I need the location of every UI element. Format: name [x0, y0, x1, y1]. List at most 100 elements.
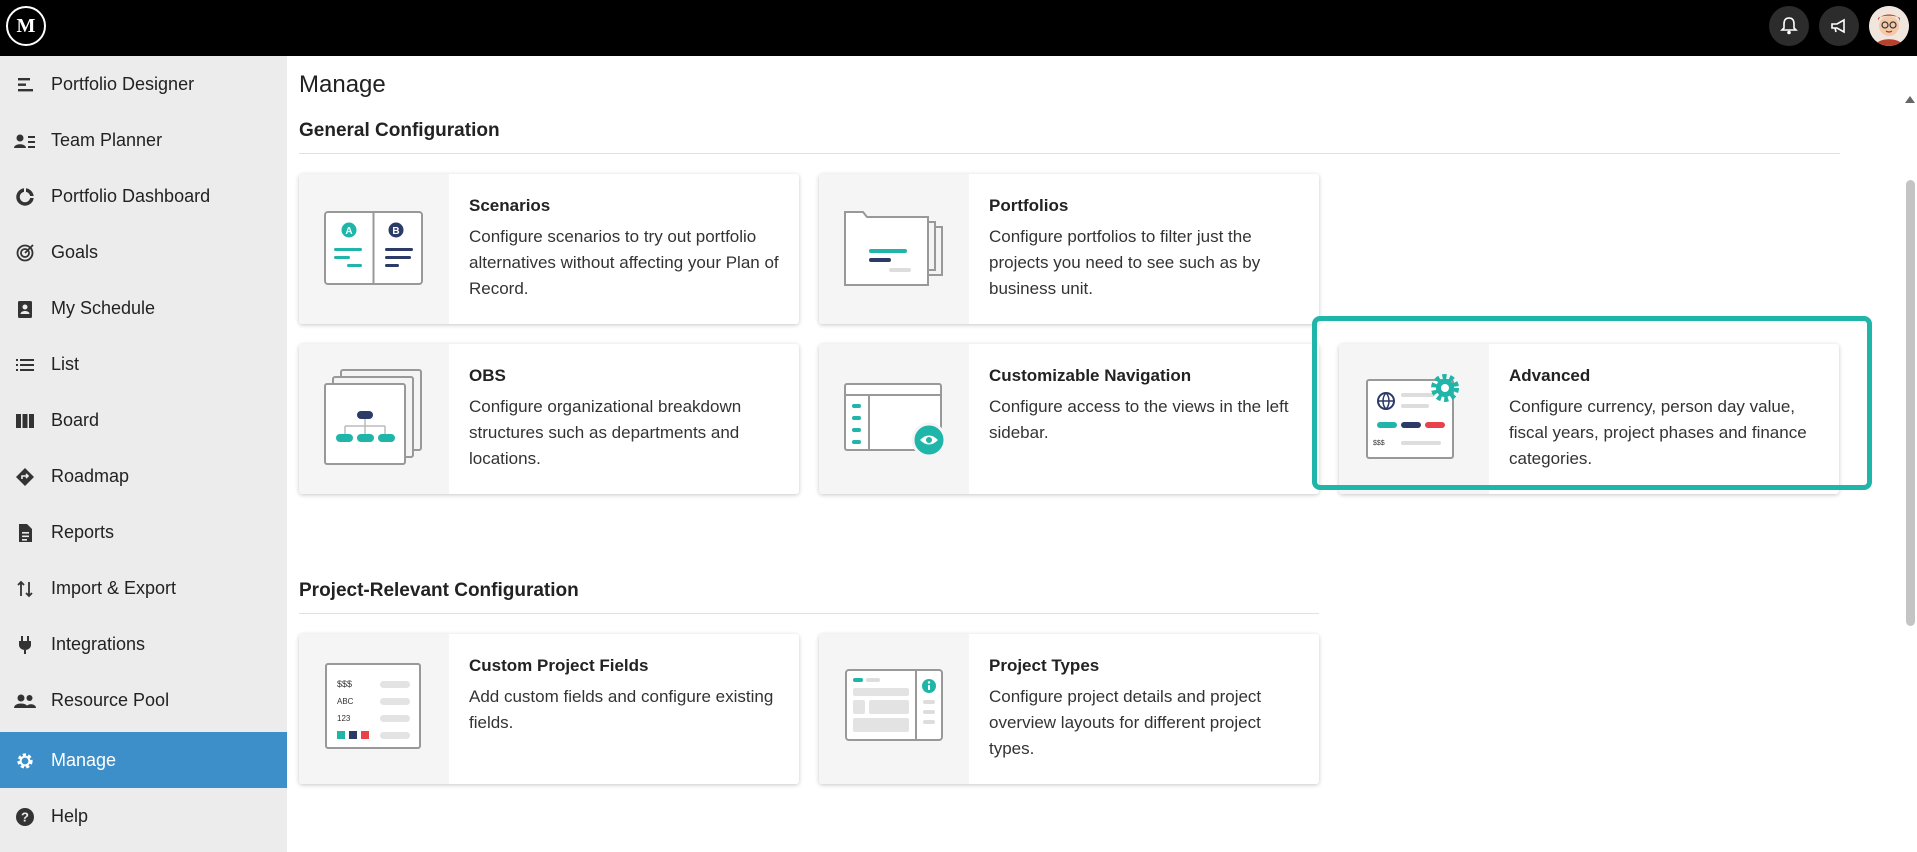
sidebar: Portfolio Designer Team Planner Portfoli…: [0, 56, 287, 852]
svg-text:?: ?: [21, 810, 29, 825]
svg-text:A: A: [345, 226, 352, 237]
card-description: Configure currency, person day value, fi…: [1509, 397, 1807, 468]
card-description: Configure project details and project ov…: [989, 687, 1262, 758]
sidebar-item-team-planner[interactable]: Team Planner: [0, 112, 287, 168]
import-export-icon: [14, 578, 36, 600]
plug-icon: [14, 634, 36, 656]
scenarios-illustration-icon: A B: [324, 211, 423, 285]
card-title: Portfolios: [989, 196, 1069, 215]
page-title: Manage: [299, 71, 386, 98]
card-customizable-navigation[interactable]: Customizable Navigation Configure access…: [819, 344, 1319, 494]
advanced-settings-icon: $$$: [1366, 374, 1459, 459]
scroll-up-arrow-icon[interactable]: [1905, 96, 1915, 103]
card-title: Project Types: [989, 656, 1100, 675]
sidebar-item-label: Resource Pool: [51, 689, 170, 710]
sidebar-item-label: Team Planner: [51, 129, 163, 150]
main-content: Manage General Configuration A B Scenari…: [287, 56, 1917, 852]
sidebar-item-label: Portfolio Designer: [51, 73, 195, 94]
card-thumbnail: [819, 344, 969, 494]
top-bar: M: [0, 0, 1917, 56]
obs-org-chart-icon: [324, 369, 422, 465]
sidebar-item-label: Import & Export: [51, 577, 177, 598]
card-title: OBS: [469, 366, 506, 385]
sidebar-item-my-schedule[interactable]: My Schedule: [0, 280, 287, 336]
portfolio-designer-icon: [14, 74, 36, 96]
vertical-scrollbar[interactable]: [1906, 180, 1915, 626]
sidebar-item-board[interactable]: Board: [0, 392, 287, 448]
section-divider: [299, 153, 1840, 154]
sidebar-item-label: Roadmap: [51, 465, 130, 486]
sidebar-item-roadmap[interactable]: Roadmap: [0, 448, 287, 504]
help-icon: ?: [14, 806, 36, 828]
svg-text:$$$: $$$: [337, 679, 352, 689]
navigation-eye-icon: [844, 383, 947, 458]
card-title: Customizable Navigation: [989, 366, 1192, 385]
notifications-button[interactable]: [1769, 6, 1809, 46]
sidebar-item-label: My Schedule: [51, 297, 156, 318]
avatar-illustration: [1869, 6, 1909, 46]
sidebar-item-label: Portfolio Dashboard: [51, 185, 211, 206]
sidebar-item-goals[interactable]: Goals: [0, 224, 287, 280]
card-advanced[interactable]: $$$ Advanced Configure currency, person …: [1339, 344, 1839, 494]
sidebar-item-manage[interactable]: Manage: [0, 732, 287, 788]
portfolios-folders-icon: [844, 211, 943, 286]
sidebar-item-label: Reports: [51, 521, 115, 542]
megaphone-icon: [1831, 18, 1845, 34]
svg-text:123: 123: [337, 714, 351, 723]
card-portfolios[interactable]: Portfolios Configure portfolios to filte…: [819, 174, 1319, 324]
card-title: Custom Project Fields: [469, 656, 649, 675]
svg-text:B: B: [392, 226, 399, 237]
card-thumbnail: [819, 174, 969, 324]
announcements-button[interactable]: [1819, 6, 1859, 46]
team-planner-icon: [14, 130, 36, 152]
sidebar-item-label: Goals: [51, 241, 99, 262]
card-obs[interactable]: OBS Configure organizational breakdown s…: [299, 344, 799, 494]
section-title-project-relevant: Project-Relevant Configuration: [299, 580, 579, 601]
card-custom-project-fields[interactable]: $$$ ABC 123 Custom Project Fields Add cu…: [299, 634, 799, 784]
user-avatar[interactable]: [1869, 6, 1909, 46]
pie-chart-icon: [14, 186, 36, 208]
schedule-icon: [14, 298, 36, 320]
sidebar-item-integrations[interactable]: Integrations: [0, 616, 287, 672]
project-types-icon: [845, 669, 943, 741]
card-thumbnail: $$$: [1339, 344, 1489, 494]
svg-text:$$$: $$$: [1373, 440, 1385, 447]
list-icon: [14, 354, 36, 376]
people-icon: [14, 690, 36, 712]
sidebar-item-import-export[interactable]: Import & Export: [0, 560, 287, 616]
sidebar-item-label: List: [51, 353, 80, 374]
sidebar-item-reports[interactable]: Reports: [0, 504, 287, 560]
sidebar-item-help[interactable]: ? Help: [0, 788, 287, 844]
card-description: Configure access to the views in the lef…: [989, 397, 1289, 442]
app-logo[interactable]: M: [6, 6, 46, 46]
sidebar-item-resource-pool[interactable]: Resource Pool: [0, 672, 287, 728]
sidebar-item-label: Board: [51, 409, 100, 430]
board-icon: [14, 410, 36, 432]
card-project-types[interactable]: Project Types Configure project details …: [819, 634, 1319, 784]
sidebar-item-portfolio-dashboard[interactable]: Portfolio Dashboard: [0, 168, 287, 224]
card-description: Configure scenarios to try out portfolio…: [469, 227, 779, 298]
card-thumbnail: $$$ ABC 123: [299, 634, 449, 784]
section-title-general: General Configuration: [299, 120, 500, 141]
card-description: Configure organizational breakdown struc…: [469, 397, 742, 468]
card-title: Scenarios: [469, 196, 551, 215]
custom-fields-icon: $$$ ABC 123: [325, 663, 421, 749]
card-description: Add custom fields and configure existing…: [469, 687, 774, 732]
sidebar-item-label: Integrations: [51, 633, 146, 654]
svg-text:ABC: ABC: [337, 697, 354, 706]
bell-icon: [1780, 17, 1798, 35]
gear-icon: [14, 750, 36, 772]
card-thumbnail: [299, 344, 449, 494]
sidebar-item-portfolio-designer[interactable]: Portfolio Designer: [0, 56, 287, 112]
card-thumbnail: A B: [299, 174, 449, 324]
card-title: Advanced: [1509, 366, 1591, 385]
sidebar-item-list[interactable]: List: [0, 336, 287, 392]
card-scenarios[interactable]: A B Scenarios Configure scenarios to try…: [299, 174, 799, 324]
reports-icon: [14, 522, 36, 544]
card-thumbnail: [819, 634, 969, 784]
section-divider: [299, 613, 1319, 614]
card-description: Configure portfolios to filter just the …: [989, 227, 1261, 298]
target-icon: [14, 242, 36, 264]
sidebar-item-label: Manage: [51, 749, 117, 770]
roadmap-icon: [14, 466, 36, 488]
